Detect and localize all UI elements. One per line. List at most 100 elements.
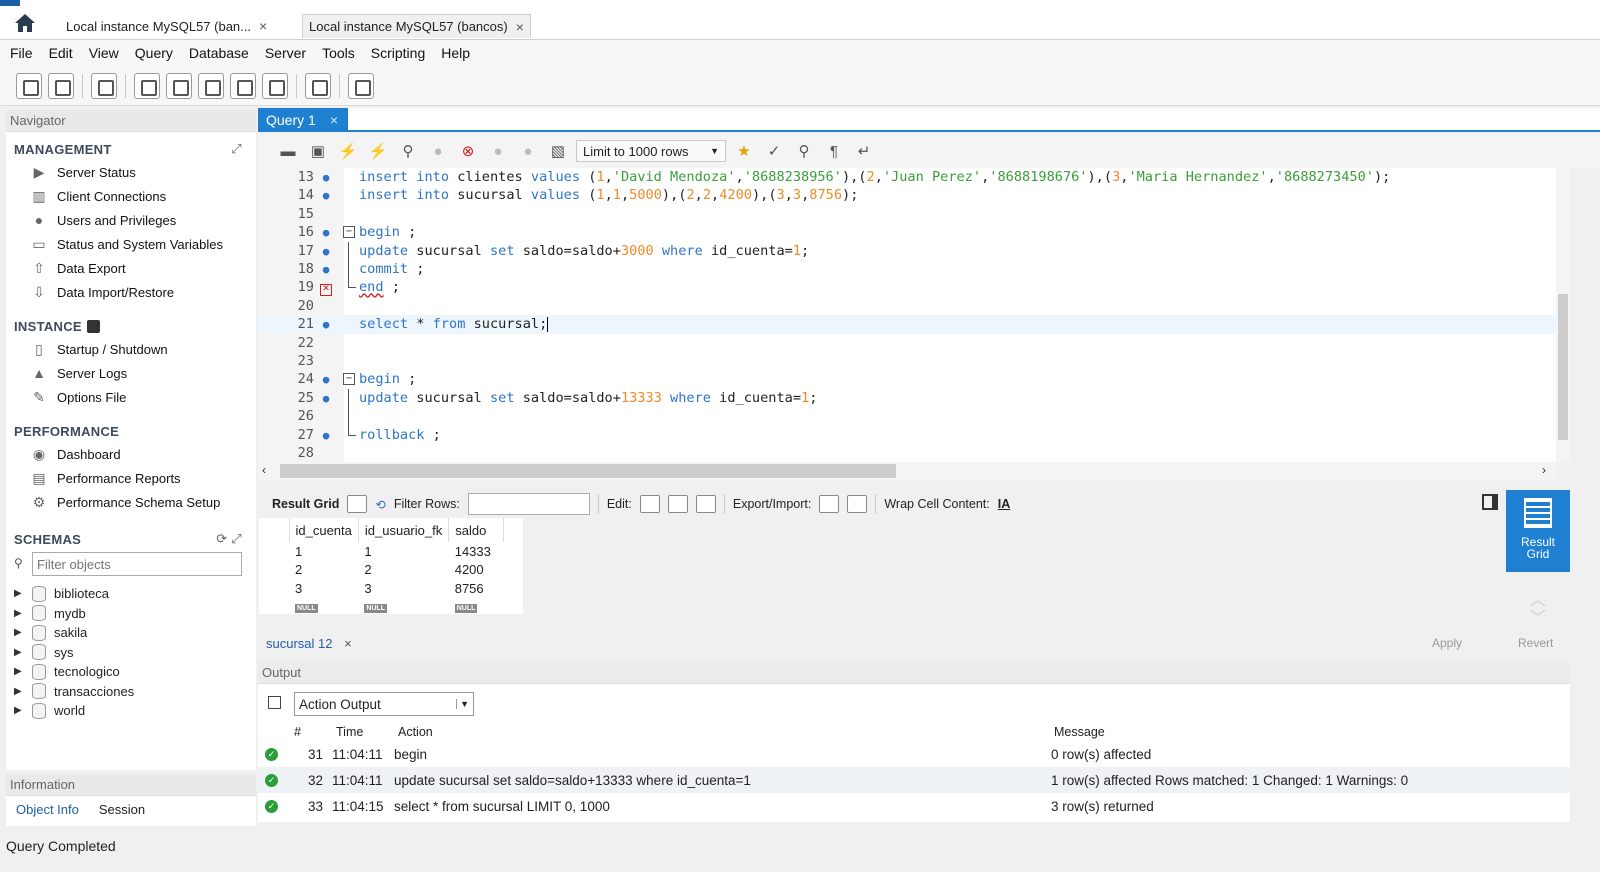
schema-tecnologico[interactable]: ▶ tecnologico xyxy=(6,662,256,682)
output-row[interactable]: ✓ 33 11:04:15 select * from sucursal LIM… xyxy=(258,793,1570,819)
table-cell[interactable]: 3 xyxy=(289,579,358,598)
schema-sakila[interactable]: ▶ sakila xyxy=(6,623,256,643)
toggle-stop-on-error-icon[interactable]: ⊗ xyxy=(456,140,480,162)
close-icon[interactable]: × xyxy=(259,18,267,34)
table-cell[interactable]: 8756 xyxy=(449,579,504,598)
create-function-icon[interactable] xyxy=(262,72,288,99)
nav-performance-reports[interactable]: ▤ Performance Reports xyxy=(6,466,256,490)
create-procedure-icon[interactable] xyxy=(230,72,256,99)
table-cell[interactable]: 4200 xyxy=(449,561,504,580)
sql-editor[interactable]: 13 ● insert into clientes values (1,'David… xyxy=(258,168,1556,462)
limit-rows-select[interactable]: Limit to 1000 rows ▼ xyxy=(576,140,726,162)
code-line[interactable]: 22 xyxy=(258,334,1556,352)
refresh-icon[interactable]: ⟳ ⤢ xyxy=(216,531,242,547)
code-line[interactable]: 26 xyxy=(258,407,1556,426)
rollback-icon[interactable]: ● xyxy=(516,140,540,162)
expand-icon[interactable]: ⤢ xyxy=(231,141,242,157)
menu-scripting[interactable]: Scripting xyxy=(371,45,425,61)
nav-status-variables[interactable]: ▭ Status and System Variables xyxy=(6,232,256,256)
menu-help[interactable]: Help xyxy=(441,45,470,61)
output-type-select[interactable]: Action Output ▼ xyxy=(294,692,474,716)
new-sql-tab-icon[interactable] xyxy=(16,72,42,99)
table-cell[interactable]: 3 xyxy=(358,579,448,598)
schema-sys[interactable]: ▶ sys xyxy=(6,643,256,663)
grid-icon[interactable] xyxy=(347,495,368,513)
menu-query[interactable]: Query xyxy=(135,45,173,61)
table-cell[interactable]: 1 xyxy=(358,542,448,561)
scroll-right-icon[interactable]: › xyxy=(1542,463,1546,477)
apply-button[interactable]: Apply xyxy=(1432,636,1462,650)
nav-client-connections[interactable]: ▥ Client Connections xyxy=(6,184,256,208)
wrap-lines-icon[interactable]: ↵ xyxy=(852,140,876,162)
table-row[interactable]: 3 3 8756 xyxy=(259,579,504,598)
revert-button[interactable]: Revert xyxy=(1518,636,1553,650)
output-row[interactable]: ✓ 31 11:04:11 begin 0 row(s) affected xyxy=(258,741,1570,767)
editor-horizontal-scrollbar[interactable]: ‹ › xyxy=(258,462,1556,480)
table-cell[interactable]: 2 xyxy=(289,561,358,580)
connection-tab-2[interactable]: Local instance MySQL57 (bancos) × xyxy=(302,14,531,38)
close-icon[interactable]: × xyxy=(330,112,338,128)
code-line[interactable]: 16 ● − begin ; xyxy=(258,223,1556,241)
code-line[interactable]: 21 ● select * from sucursal; xyxy=(258,315,1556,334)
nav-users-privileges[interactable]: ● Users and Privileges xyxy=(6,208,256,232)
toggle-panel-icon[interactable] xyxy=(1482,494,1498,510)
expand-arrow-icon[interactable]: ▶ xyxy=(14,686,28,697)
delete-row-icon[interactable] xyxy=(695,495,716,513)
expand-arrow-icon[interactable]: ▶ xyxy=(14,705,28,716)
code-line[interactable]: 14 ● insert into sucursal values (1,1,5000… xyxy=(258,186,1556,204)
explain-icon[interactable]: ⚲ xyxy=(396,140,420,162)
nav-server-status[interactable]: ▶ Server Status xyxy=(6,160,256,184)
table-cell[interactable]: NULL xyxy=(449,598,504,613)
menu-database[interactable]: Database xyxy=(189,45,249,61)
scrollbar-thumb[interactable] xyxy=(1558,294,1568,440)
expand-arrow-icon[interactable]: ▶ xyxy=(14,647,28,658)
code-line[interactable]: 25 ● update sucursal set saldo=saldo+13333… xyxy=(258,388,1556,408)
close-icon[interactable]: × xyxy=(516,19,524,35)
open-file-icon[interactable]: ▬ xyxy=(276,140,300,162)
output-row[interactable]: ✓ 32 11:04:11 update sucursal set saldo=… xyxy=(258,767,1570,793)
scroll-down-icon[interactable]: ﹀ xyxy=(1530,604,1546,628)
execute-icon[interactable]: ⚡ xyxy=(336,140,360,162)
reconnect-icon[interactable] xyxy=(348,72,374,99)
column-header[interactable]: saldo xyxy=(448,518,505,542)
code-line[interactable]: 20 xyxy=(258,297,1556,315)
connection-tab-1[interactable]: Local instance MySQL57 (ban... × xyxy=(60,14,273,38)
scroll-left-icon[interactable]: ‹ xyxy=(262,463,266,477)
fold-toggle-icon[interactable]: − xyxy=(343,373,355,386)
code-line[interactable]: 23 xyxy=(258,352,1556,370)
row-selector[interactable] xyxy=(259,561,289,580)
code-line[interactable]: 24 ● − begin ; xyxy=(258,370,1556,388)
code-line[interactable]: 19 ✕ end ; xyxy=(258,278,1556,297)
schema-transacciones[interactable]: ▶ transacciones xyxy=(6,682,256,702)
scrollbar-thumb[interactable] xyxy=(280,464,896,478)
create-schema-icon[interactable] xyxy=(134,72,160,99)
tab-session[interactable]: Session xyxy=(89,798,155,821)
fold-toggle-icon[interactable]: − xyxy=(343,226,355,239)
code-line[interactable]: 18 ● commit ; xyxy=(258,260,1556,279)
code-line[interactable]: 15 xyxy=(258,205,1556,223)
nav-performance-schema-setup[interactable]: ⚙ Performance Schema Setup xyxy=(6,490,256,514)
table-row-new[interactable]: NULL NULL NULL xyxy=(259,598,504,613)
schema-biblioteca[interactable]: ▶ biblioteca xyxy=(6,584,256,604)
code-line[interactable]: 13 ● insert into clientes values (1,'David… xyxy=(258,168,1556,186)
search-table-data-icon[interactable] xyxy=(305,72,331,99)
home-button[interactable] xyxy=(12,12,38,34)
nav-server-logs[interactable]: ▲ Server Logs xyxy=(6,361,256,385)
schema-mydb[interactable]: ▶ mydb xyxy=(6,604,256,624)
result-grid[interactable]: id_cuenta id_usuario_fk saldo 1 1 14333 … xyxy=(259,518,523,614)
nav-startup-shutdown[interactable]: ▯ Startup / Shutdown xyxy=(6,337,256,361)
editor-vertical-scrollbar[interactable] xyxy=(1556,168,1570,462)
beautify-icon[interactable]: ✓ xyxy=(762,140,786,162)
table-cell[interactable]: 2 xyxy=(358,561,448,580)
column-header[interactable]: id_usuario_fk xyxy=(358,518,450,542)
menu-file[interactable]: File xyxy=(10,45,33,61)
copy-icon[interactable] xyxy=(268,696,281,709)
schema-world[interactable]: ▶ world xyxy=(6,701,256,721)
nav-options-file[interactable]: ✎ Options File xyxy=(6,385,256,409)
table-row[interactable]: 1 1 14333 xyxy=(259,542,504,561)
open-sql-script-icon[interactable] xyxy=(48,72,74,99)
table-cell[interactable]: NULL xyxy=(358,598,448,613)
insert-row-icon[interactable] xyxy=(667,495,688,513)
expand-arrow-icon[interactable]: ▶ xyxy=(14,666,28,677)
edit-row-icon[interactable] xyxy=(639,495,660,513)
